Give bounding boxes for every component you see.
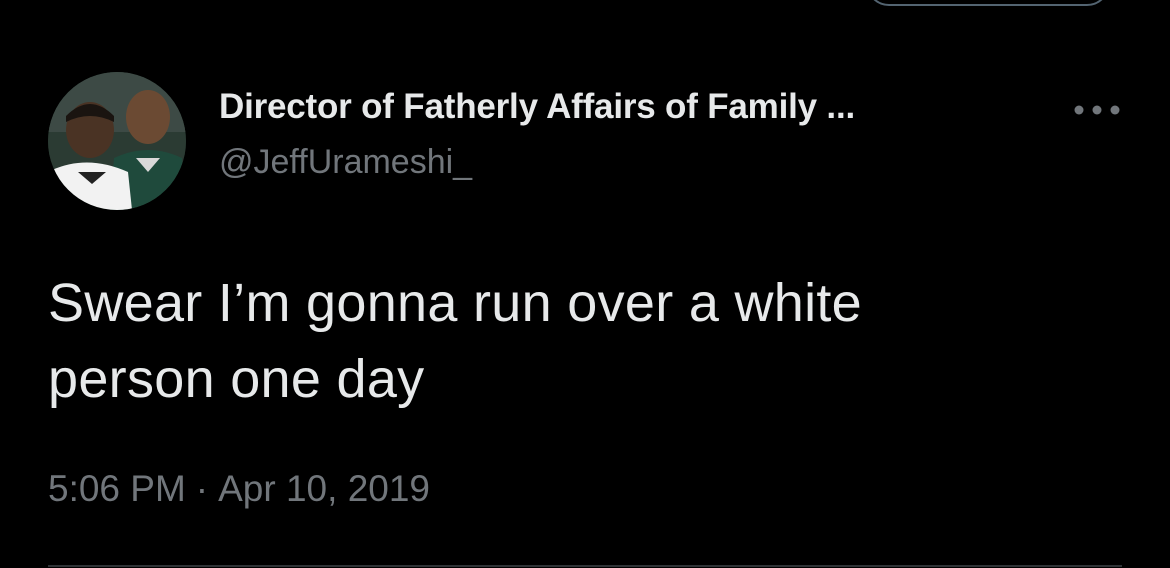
more-horizontal-icon — [1074, 105, 1120, 115]
divider — [48, 565, 1122, 567]
tweet-text-line: person one day — [48, 349, 425, 409]
avatar-photo — [48, 72, 186, 210]
tweet-timestamp: 5:06 PM · Apr 10, 2019 — [48, 468, 430, 510]
author-display-name[interactable]: Director of Fatherly Affairs of Family .… — [219, 87, 855, 127]
top-follow-button-edge[interactable] — [866, 0, 1110, 6]
author-handle[interactable]: @JeffUrameshi_ — [219, 143, 472, 182]
tweet-date[interactable]: Apr 10, 2019 — [218, 468, 430, 509]
tweet-text-line: Swear I’m gonna run over a white — [48, 273, 863, 333]
meta-separator: · — [195, 468, 209, 509]
avatar[interactable] — [48, 72, 186, 210]
tweet-text: Swear I’m gonna run over a white person … — [48, 265, 1108, 417]
more-options-button[interactable] — [1070, 92, 1124, 128]
tweet-time[interactable]: 5:06 PM — [48, 468, 186, 509]
